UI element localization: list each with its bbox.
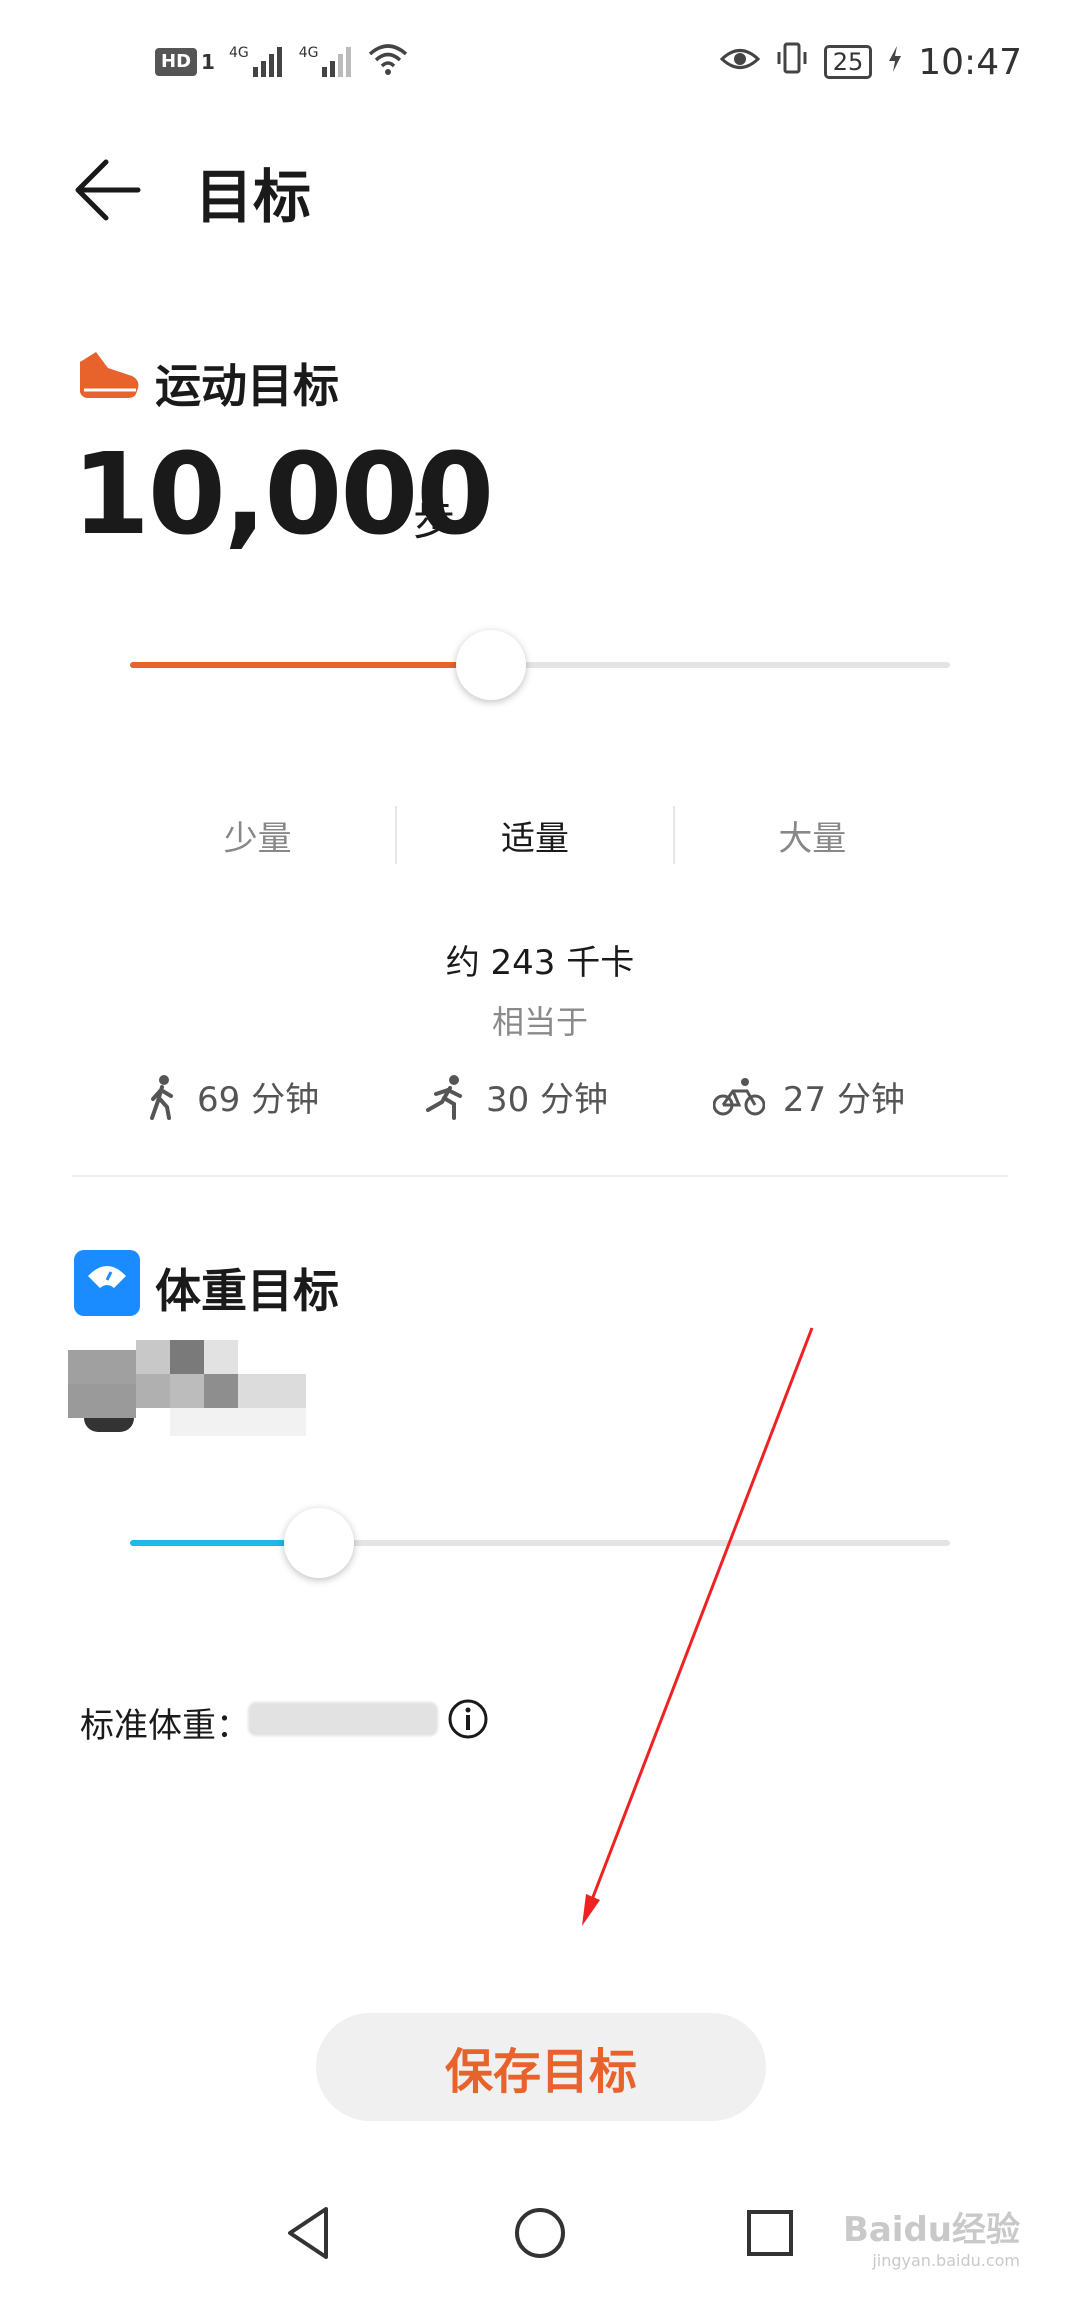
nav-back-button[interactable] — [270, 2193, 350, 2273]
standard-weight-label: 标准体重： — [80, 1706, 250, 1746]
eye-comfort-icon — [719, 42, 760, 83]
status-bar-right: 25 10:47 — [719, 40, 1022, 85]
hd-badge: HD — [155, 48, 198, 76]
run-equivalent: 30 分钟 — [424, 1072, 608, 1121]
watermark-main: Baidu经验 — [842, 2210, 1020, 2250]
shoe-icon — [74, 344, 142, 404]
run-icon — [425, 1074, 462, 1120]
steps-slider-thumb[interactable] — [455, 630, 526, 700]
level-high[interactable]: 大量 — [675, 811, 950, 860]
bike-equivalent: 27 分钟 — [712, 1072, 905, 1121]
square-recents-icon — [747, 2210, 793, 2256]
signal-icon: 4G — [299, 45, 355, 79]
nav-home-button[interactable] — [500, 2193, 580, 2273]
intensity-selector: 少量 适量 大量 — [120, 805, 950, 865]
weight-value-censored — [68, 1340, 308, 1450]
steps-slider[interactable] — [130, 620, 950, 710]
level-low[interactable]: 少量 — [120, 811, 395, 860]
run-duration: 30 分钟 — [485, 1080, 609, 1120]
steps-slider-fill — [130, 662, 491, 668]
equivalent-label: 相当于 — [491, 1003, 588, 1041]
triangle-back-icon — [288, 2207, 328, 2259]
walk-duration: 69 分钟 — [197, 1080, 320, 1120]
charging-icon — [886, 42, 904, 83]
vibrate-icon — [774, 40, 810, 85]
walk-icon — [150, 1074, 173, 1120]
scale-icon — [74, 1250, 140, 1316]
weight-slider-thumb[interactable] — [283, 1508, 354, 1578]
signal-icon: 4G — [229, 45, 285, 79]
arrow-left-icon — [75, 159, 141, 221]
walk-equivalent: 69 分钟 — [145, 1072, 319, 1121]
steps-slider-track — [130, 662, 950, 668]
step-unit: 步 — [413, 496, 456, 545]
level-medium[interactable]: 适量 — [397, 811, 672, 860]
status-bar-left: HD 1 4G 4G — [155, 40, 408, 84]
exercise-goal-title: 运动目标 — [155, 359, 339, 413]
wifi-icon — [368, 42, 408, 82]
circle-home-icon — [515, 2208, 565, 2258]
calories-text: 约 243 千卡 — [445, 943, 635, 983]
save-goal-button[interactable]: 保存目标 — [316, 2013, 766, 2121]
nav-recents-button[interactable] — [730, 2193, 810, 2273]
info-icon[interactable] — [447, 1698, 489, 1740]
annotation-arrow — [582, 1327, 814, 1926]
status-time: 10:47 — [918, 41, 1022, 83]
bike-icon — [712, 1077, 765, 1115]
standard-weight-value-censored — [248, 1702, 438, 1736]
activity-equivalents: 69 分钟 30 分钟 27 分钟 — [145, 1072, 905, 1121]
sim-number: 1 — [201, 50, 215, 74]
watermark-sub: jingyan.baidu.com — [872, 2251, 1020, 2270]
section-divider — [72, 1175, 1008, 1177]
baidu-watermark: Baidu经验 jingyan.baidu.com — [843, 2202, 1020, 2270]
back-button[interactable] — [70, 150, 150, 230]
weight-goal-title: 体重目标 — [155, 1264, 339, 1318]
page-title: 目标 — [195, 163, 312, 231]
battery-icon: 25 — [823, 45, 873, 79]
bike-duration: 27 分钟 — [782, 1080, 905, 1120]
